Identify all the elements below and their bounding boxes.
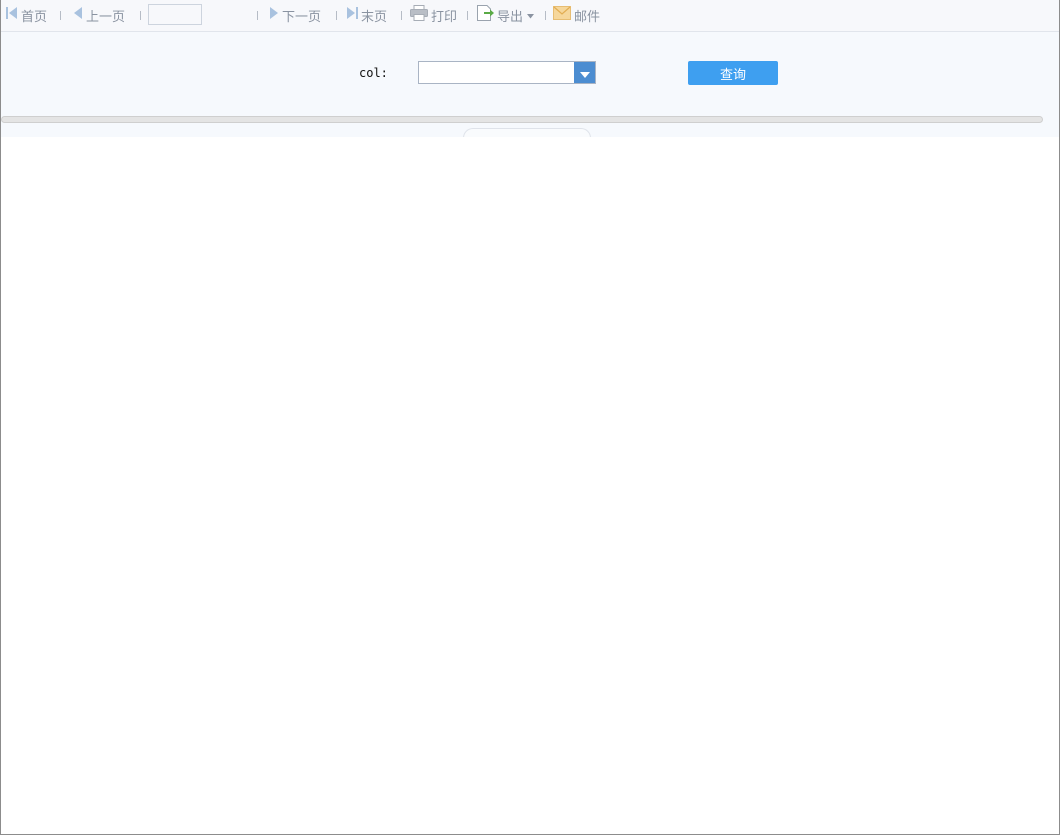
horizontal-scrollbar[interactable] <box>1 116 1043 123</box>
toolbar-separator <box>545 11 546 20</box>
toolbar-separator <box>60 11 61 20</box>
report-viewer: 首页 上一页 下一页 末页 打印 导出 邮件 col: 查询 <box>0 0 1060 835</box>
col-combobox[interactable] <box>418 61 596 84</box>
toolbar-separator <box>257 11 258 20</box>
col-parameter-label: col: <box>359 66 388 80</box>
email-label: 邮件 <box>574 9 601 25</box>
toolbar-separator <box>467 11 468 20</box>
prev-page-icon <box>73 6 83 24</box>
export-label: 导出 <box>497 9 524 25</box>
prev-page-button[interactable]: 上一页 <box>73 5 125 25</box>
query-button[interactable]: 查询 <box>688 61 778 85</box>
triangle-down-icon <box>579 63 590 82</box>
first-page-button[interactable]: 首页 <box>6 5 47 25</box>
printer-icon <box>410 5 428 25</box>
next-page-button[interactable]: 下一页 <box>269 5 321 25</box>
toolbar-separator <box>140 11 141 20</box>
report-content-area <box>1 137 1059 834</box>
toolbar-separator <box>401 11 402 20</box>
first-page-icon <box>6 6 18 24</box>
parameter-pane: col: 查询 <box>1 32 1059 144</box>
next-page-label: 下一页 <box>282 9 322 25</box>
last-page-label: 末页 <box>361 9 388 25</box>
print-button[interactable]: 打印 <box>410 5 457 25</box>
print-label: 打印 <box>431 9 458 25</box>
report-toolbar: 首页 上一页 下一页 末页 打印 导出 邮件 <box>1 0 1059 32</box>
last-page-button[interactable]: 末页 <box>346 5 387 25</box>
toolbar-separator <box>336 11 337 20</box>
last-page-icon <box>346 6 358 24</box>
export-icon <box>476 4 494 26</box>
export-button[interactable]: 导出 <box>476 4 535 26</box>
email-button[interactable]: 邮件 <box>553 5 600 25</box>
first-page-label: 首页 <box>21 9 48 25</box>
prev-page-label: 上一页 <box>86 9 126 25</box>
mail-icon <box>553 6 571 24</box>
caret-down-icon <box>527 8 535 23</box>
next-page-icon <box>269 6 279 24</box>
col-combobox-input[interactable] <box>419 62 573 83</box>
combobox-dropdown-button[interactable] <box>574 62 595 83</box>
page-number-input[interactable] <box>148 4 202 25</box>
